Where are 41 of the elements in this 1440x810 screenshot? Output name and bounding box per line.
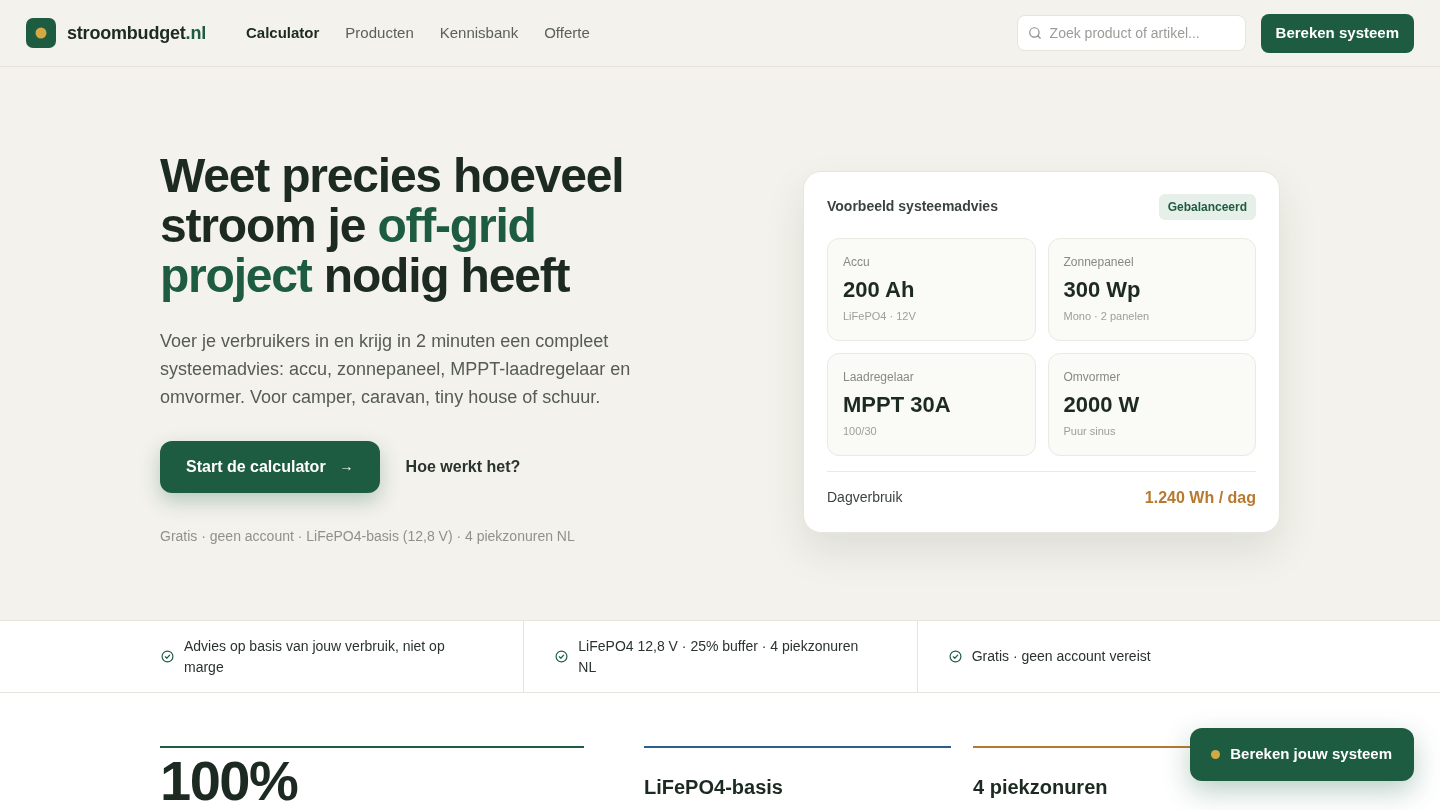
tile-label: Omvormer: [1063, 368, 1122, 385]
status-badge: Gebalanceerd: [1158, 193, 1256, 220]
benefit-text: Gratis · geen account vereist: [971, 647, 1152, 666]
nav-link[interactable]: Kennisbank: [439, 21, 519, 45]
tile-label: Laadregelaar: [843, 368, 915, 385]
brand-name[interactable]: stroombudget.nl: [67, 19, 206, 47]
search-field[interactable]: Zoek product of artikel...: [1016, 15, 1246, 51]
benefit-text: Advies op basis van jouw verbruik, niet op marge: [184, 636, 446, 677]
nav-link[interactable]: Offerte: [544, 21, 590, 45]
hero-headline: Weet precies hoeveel stroom je off-grid project nodig heeft: [160, 150, 625, 301]
tile-label: Accu: [843, 253, 871, 270]
benefit-text: LiFePO4 12,8 V · 25% buffer · 4 piekzonuren NL: [578, 636, 860, 677]
tile-value: MPPT 30A: [843, 391, 952, 418]
tile-detail: Mono · 2 panelen: [1063, 308, 1151, 323]
hero-footnote: Gratis · geen account · LiFePO4-basis (12,8 V) · 4 piekzonuren NL: [160, 526, 576, 546]
daily-usage-label: Dagverbruik: [827, 488, 903, 507]
logo-icon: [26, 18, 56, 48]
calculate-system-button[interactable]: Bereken systeem: [1260, 13, 1414, 53]
nav-link[interactable]: Calculator: [246, 21, 320, 45]
nav-link[interactable]: Producten: [345, 21, 414, 45]
stat-number: 100%: [160, 758, 298, 804]
tile-value: 2000 W: [1063, 391, 1141, 418]
stat-title: LiFePO4-basis: [644, 775, 784, 800]
tile-detail: Puur sinus: [1063, 423, 1117, 438]
tile-value: 200 Ah: [843, 276, 916, 303]
tile-detail: LiFePO4 · 12V: [843, 308, 917, 323]
tile-value: 300 Wp: [1063, 276, 1142, 303]
status-dot-icon: [1211, 750, 1221, 759]
search-icon: [1027, 26, 1042, 40]
tile-label: Zonnepaneel: [1063, 253, 1135, 270]
check-circle-icon: [948, 650, 962, 663]
daily-usage-value: 1.240 Wh / dag: [1144, 487, 1256, 508]
card-title: Voorbeeld systeemadvies: [827, 197, 998, 216]
stat-title: 4 piekzonuren: [973, 775, 1109, 800]
floating-calculate-button[interactable]: Bereken jouw systeem: [1190, 728, 1414, 781]
hero-intro: Voer je verbruikers in en krijg in 2 minuten een compleet systeemadvies: accu, zonnepaneel, MPPT-laadregelaar en omvormer. Voor camper, caravan, tiny house of schuur.: [160, 329, 632, 409]
how-it-works-link[interactable]: Hoe werkt het?: [405, 454, 521, 479]
check-circle-icon: [161, 650, 174, 663]
tile-detail: 100/30: [843, 423, 878, 438]
check-circle-icon: [555, 650, 569, 663]
start-calculator-button[interactable]: Start de calculator →: [160, 440, 380, 493]
